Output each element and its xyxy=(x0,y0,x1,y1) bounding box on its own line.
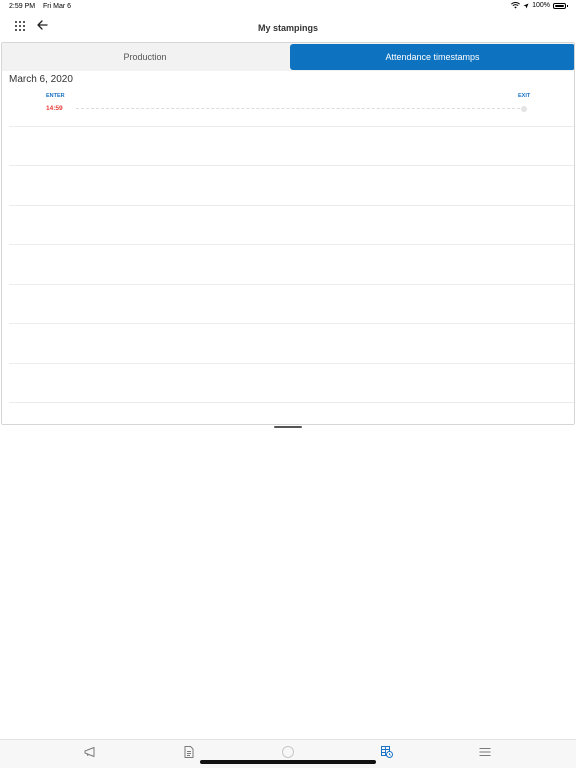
location-arrow-icon xyxy=(523,3,529,8)
tab-attendance-timestamps[interactable]: Attendance timestamps xyxy=(290,44,574,70)
navigation-bar: My stampings xyxy=(0,14,576,42)
home-indicator xyxy=(200,760,376,764)
row-divider xyxy=(9,165,574,166)
wifi-icon xyxy=(511,2,521,9)
tab-production[interactable]: Production xyxy=(2,43,288,71)
battery-icon xyxy=(553,2,568,9)
timeline-dashed-line xyxy=(76,108,520,109)
row-divider xyxy=(9,126,574,127)
resize-handle[interactable] xyxy=(274,426,302,428)
circle-icon[interactable] xyxy=(281,745,295,759)
status-bar: 2:59 PM Fri Mar 6 100% xyxy=(0,0,576,14)
status-right: 100% xyxy=(511,2,568,9)
exit-placeholder-dot xyxy=(521,106,527,112)
megaphone-icon[interactable] xyxy=(83,745,97,759)
timesheet-clock-icon[interactable] xyxy=(380,745,394,759)
day-date: March 6, 2020 xyxy=(9,74,73,85)
row-divider xyxy=(9,402,574,403)
status-date: Fri Mar 6 xyxy=(43,3,71,10)
page-title: My stampings xyxy=(257,23,318,33)
enter-label: ENTER xyxy=(46,93,65,99)
row-divider xyxy=(9,363,574,364)
row-divider xyxy=(9,323,574,324)
tab-bar: Production Attendance timestamps xyxy=(2,43,574,71)
row-divider xyxy=(9,205,574,206)
status-time: 2:59 PM xyxy=(9,3,36,10)
battery-percent: 100% xyxy=(532,2,550,9)
enter-time[interactable]: 14:59 xyxy=(46,105,63,112)
exit-label: EXIT xyxy=(518,93,531,99)
stampings-panel: Production Attendance timestamps March 6… xyxy=(1,42,575,425)
row-divider xyxy=(9,284,574,285)
document-icon[interactable] xyxy=(182,745,196,759)
row-divider xyxy=(9,244,574,245)
menu-icon[interactable] xyxy=(478,745,492,759)
